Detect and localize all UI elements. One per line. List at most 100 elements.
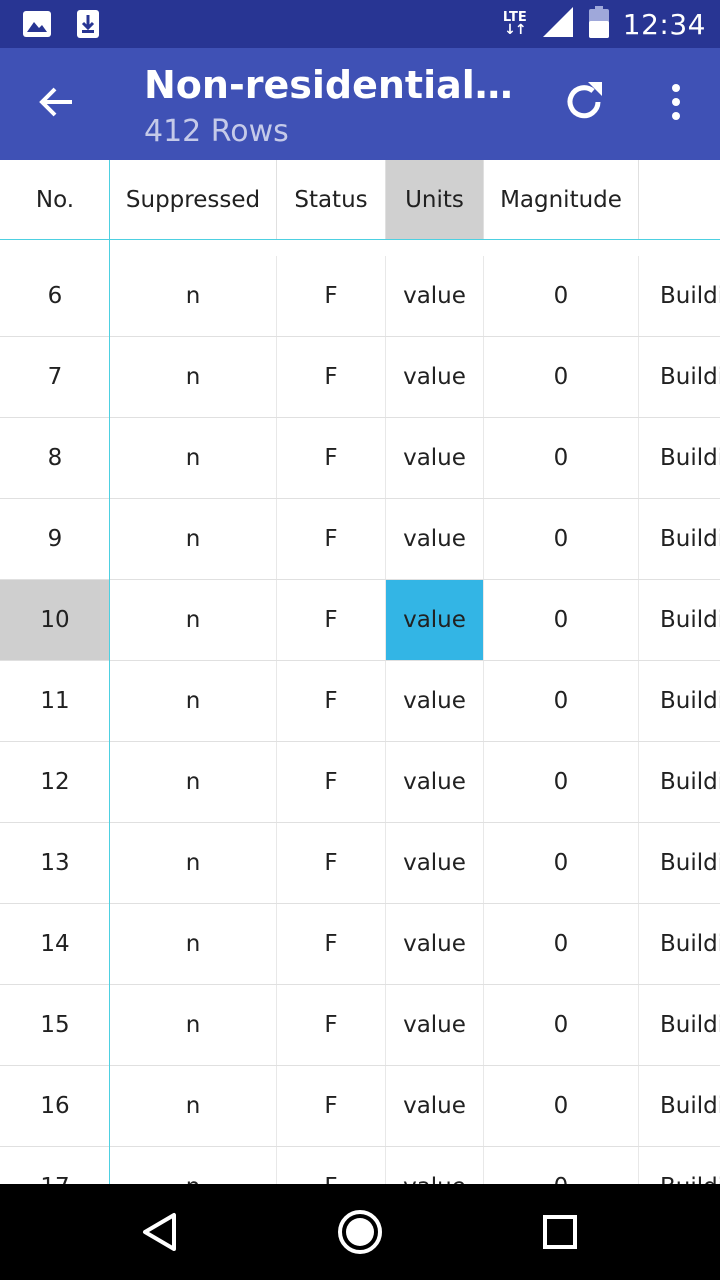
- table-row[interactable]: 10 n Fvalue 0 Buildi: [0, 580, 720, 661]
- table-row[interactable]: 15 n Fvalue 0 Buildi: [0, 985, 720, 1066]
- cell-next[interactable]: Buildi: [639, 337, 720, 417]
- nav-home-button[interactable]: [330, 1204, 390, 1264]
- cell-next[interactable]: Buildi: [639, 1066, 720, 1146]
- cell-magnitude[interactable]: 0: [484, 418, 639, 498]
- cell-suppressed[interactable]: n: [110, 985, 277, 1065]
- cell-no[interactable]: 9: [0, 499, 110, 579]
- cell-status[interactable]: F: [277, 1147, 386, 1185]
- cell-magnitude[interactable]: 0: [484, 337, 639, 417]
- cell-units[interactable]: value: [386, 985, 484, 1065]
- cell-status[interactable]: F: [277, 580, 386, 660]
- cell-next[interactable]: Buildi: [639, 904, 720, 984]
- cell-magnitude[interactable]: 0: [484, 823, 639, 903]
- table-row[interactable]: 11 n Fvalue 0 Buildi: [0, 661, 720, 742]
- cell-next[interactable]: Buildi: [639, 823, 720, 903]
- cell-no[interactable]: 16: [0, 1066, 110, 1146]
- table-row[interactable]: 6 n Fvalue 0 Buildi: [0, 256, 720, 337]
- nav-recents-button[interactable]: [530, 1204, 590, 1264]
- cell-no[interactable]: 15: [0, 985, 110, 1065]
- cell-magnitude[interactable]: 0: [484, 580, 639, 660]
- back-button[interactable]: [24, 78, 88, 130]
- cell-units[interactable]: value: [386, 661, 484, 741]
- cell-status[interactable]: F: [277, 418, 386, 498]
- cell-status[interactable]: F: [277, 499, 386, 579]
- cell-next[interactable]: Buildi: [639, 1147, 720, 1185]
- cell-no[interactable]: 12: [0, 742, 110, 822]
- cell-units[interactable]: value: [386, 1066, 484, 1146]
- table-body[interactable]: 6 n Fvalue 0 Buildi 7 n Fvalue 0 Buildi 8 n Fvalue 0 B…: [0, 240, 720, 1185]
- cell-no[interactable]: 17: [0, 1147, 110, 1185]
- cell-status[interactable]: F: [277, 1066, 386, 1146]
- cell-status[interactable]: F: [277, 661, 386, 741]
- table-row[interactable]: 16 n Fvalue 0 Buildi: [0, 1066, 720, 1147]
- cell-next[interactable]: Buildi: [639, 256, 720, 336]
- cell-no[interactable]: 14: [0, 904, 110, 984]
- cell-magnitude[interactable]: 0: [484, 985, 639, 1065]
- cell-magnitude[interactable]: 0: [484, 904, 639, 984]
- cell-status[interactable]: F: [277, 742, 386, 822]
- table-row[interactable]: 7 n Fvalue 0 Buildi: [0, 337, 720, 418]
- cell-units[interactable]: value: [386, 418, 484, 498]
- cell-suppressed[interactable]: n: [110, 742, 277, 822]
- cell-next[interactable]: Buildi: [639, 418, 720, 498]
- cell-units[interactable]: value: [386, 1147, 484, 1185]
- cell-units[interactable]: value: [386, 580, 484, 660]
- header-status[interactable]: Status: [277, 160, 386, 239]
- cell-status[interactable]: F: [277, 337, 386, 417]
- refresh-button[interactable]: [552, 74, 616, 134]
- nav-back-button[interactable]: [130, 1204, 190, 1264]
- cell-no[interactable]: 7: [0, 337, 110, 417]
- cell-magnitude[interactable]: 0: [484, 742, 639, 822]
- cell-units[interactable]: value: [386, 823, 484, 903]
- navigation-bar: [0, 1184, 720, 1280]
- table-row[interactable]: 9 n Fvalue 0 Buildi: [0, 499, 720, 580]
- cell-units[interactable]: value: [386, 499, 484, 579]
- table-row[interactable]: 8 n Fvalue 0 Buildi: [0, 418, 720, 499]
- cell-suppressed[interactable]: n: [110, 256, 277, 336]
- cell-units[interactable]: value: [386, 256, 484, 336]
- cell-magnitude[interactable]: 0: [484, 1147, 639, 1185]
- cell-no[interactable]: 11: [0, 661, 110, 741]
- cell-magnitude[interactable]: 0: [484, 499, 639, 579]
- cell-suppressed[interactable]: n: [110, 499, 277, 579]
- table-row[interactable]: 13 n Fvalue 0 Buildi: [0, 823, 720, 904]
- cell-suppressed[interactable]: n: [110, 823, 277, 903]
- more-options-button[interactable]: [650, 74, 702, 134]
- cell-no[interactable]: 13: [0, 823, 110, 903]
- cell-units[interactable]: value: [386, 904, 484, 984]
- table-row[interactable]: 17nFvalue0Buildi: [0, 1147, 720, 1185]
- header-no[interactable]: No.: [0, 160, 110, 239]
- table-row[interactable]: 12 n Fvalue 0 Buildi: [0, 742, 720, 823]
- cell-suppressed[interactable]: n: [110, 418, 277, 498]
- cell-no[interactable]: 8: [0, 418, 110, 498]
- cell-units[interactable]: value: [386, 337, 484, 417]
- header-next[interactable]: [639, 160, 720, 239]
- table-row[interactable]: 14 n Fvalue 0 Buildi: [0, 904, 720, 985]
- cell-suppressed[interactable]: n: [110, 904, 277, 984]
- cell-next[interactable]: Buildi: [639, 580, 720, 660]
- header-magnitude[interactable]: Magnitude: [484, 160, 639, 239]
- header-suppressed[interactable]: Suppressed: [110, 160, 277, 239]
- cell-status[interactable]: F: [277, 256, 386, 336]
- cell-next[interactable]: Buildi: [639, 661, 720, 741]
- cell-suppressed[interactable]: n: [110, 580, 277, 660]
- app-bar: Non-residential ou… 412 Rows: [0, 48, 720, 160]
- cell-no[interactable]: 6: [0, 256, 110, 336]
- header-units[interactable]: Units: [386, 160, 484, 239]
- cell-status[interactable]: F: [277, 985, 386, 1065]
- cell-units[interactable]: value: [386, 742, 484, 822]
- cell-magnitude[interactable]: 0: [484, 256, 639, 336]
- cell-magnitude[interactable]: 0: [484, 661, 639, 741]
- image-icon: [22, 10, 52, 42]
- cell-next[interactable]: Buildi: [639, 742, 720, 822]
- cell-status[interactable]: F: [277, 904, 386, 984]
- cell-magnitude[interactable]: 0: [484, 1066, 639, 1146]
- cell-next[interactable]: Buildi: [639, 985, 720, 1065]
- cell-suppressed[interactable]: n: [110, 1147, 277, 1185]
- cell-no[interactable]: 10: [0, 580, 110, 660]
- cell-suppressed[interactable]: n: [110, 337, 277, 417]
- cell-suppressed[interactable]: n: [110, 1066, 277, 1146]
- cell-next[interactable]: Buildi: [639, 499, 720, 579]
- cell-suppressed[interactable]: n: [110, 661, 277, 741]
- cell-status[interactable]: F: [277, 823, 386, 903]
